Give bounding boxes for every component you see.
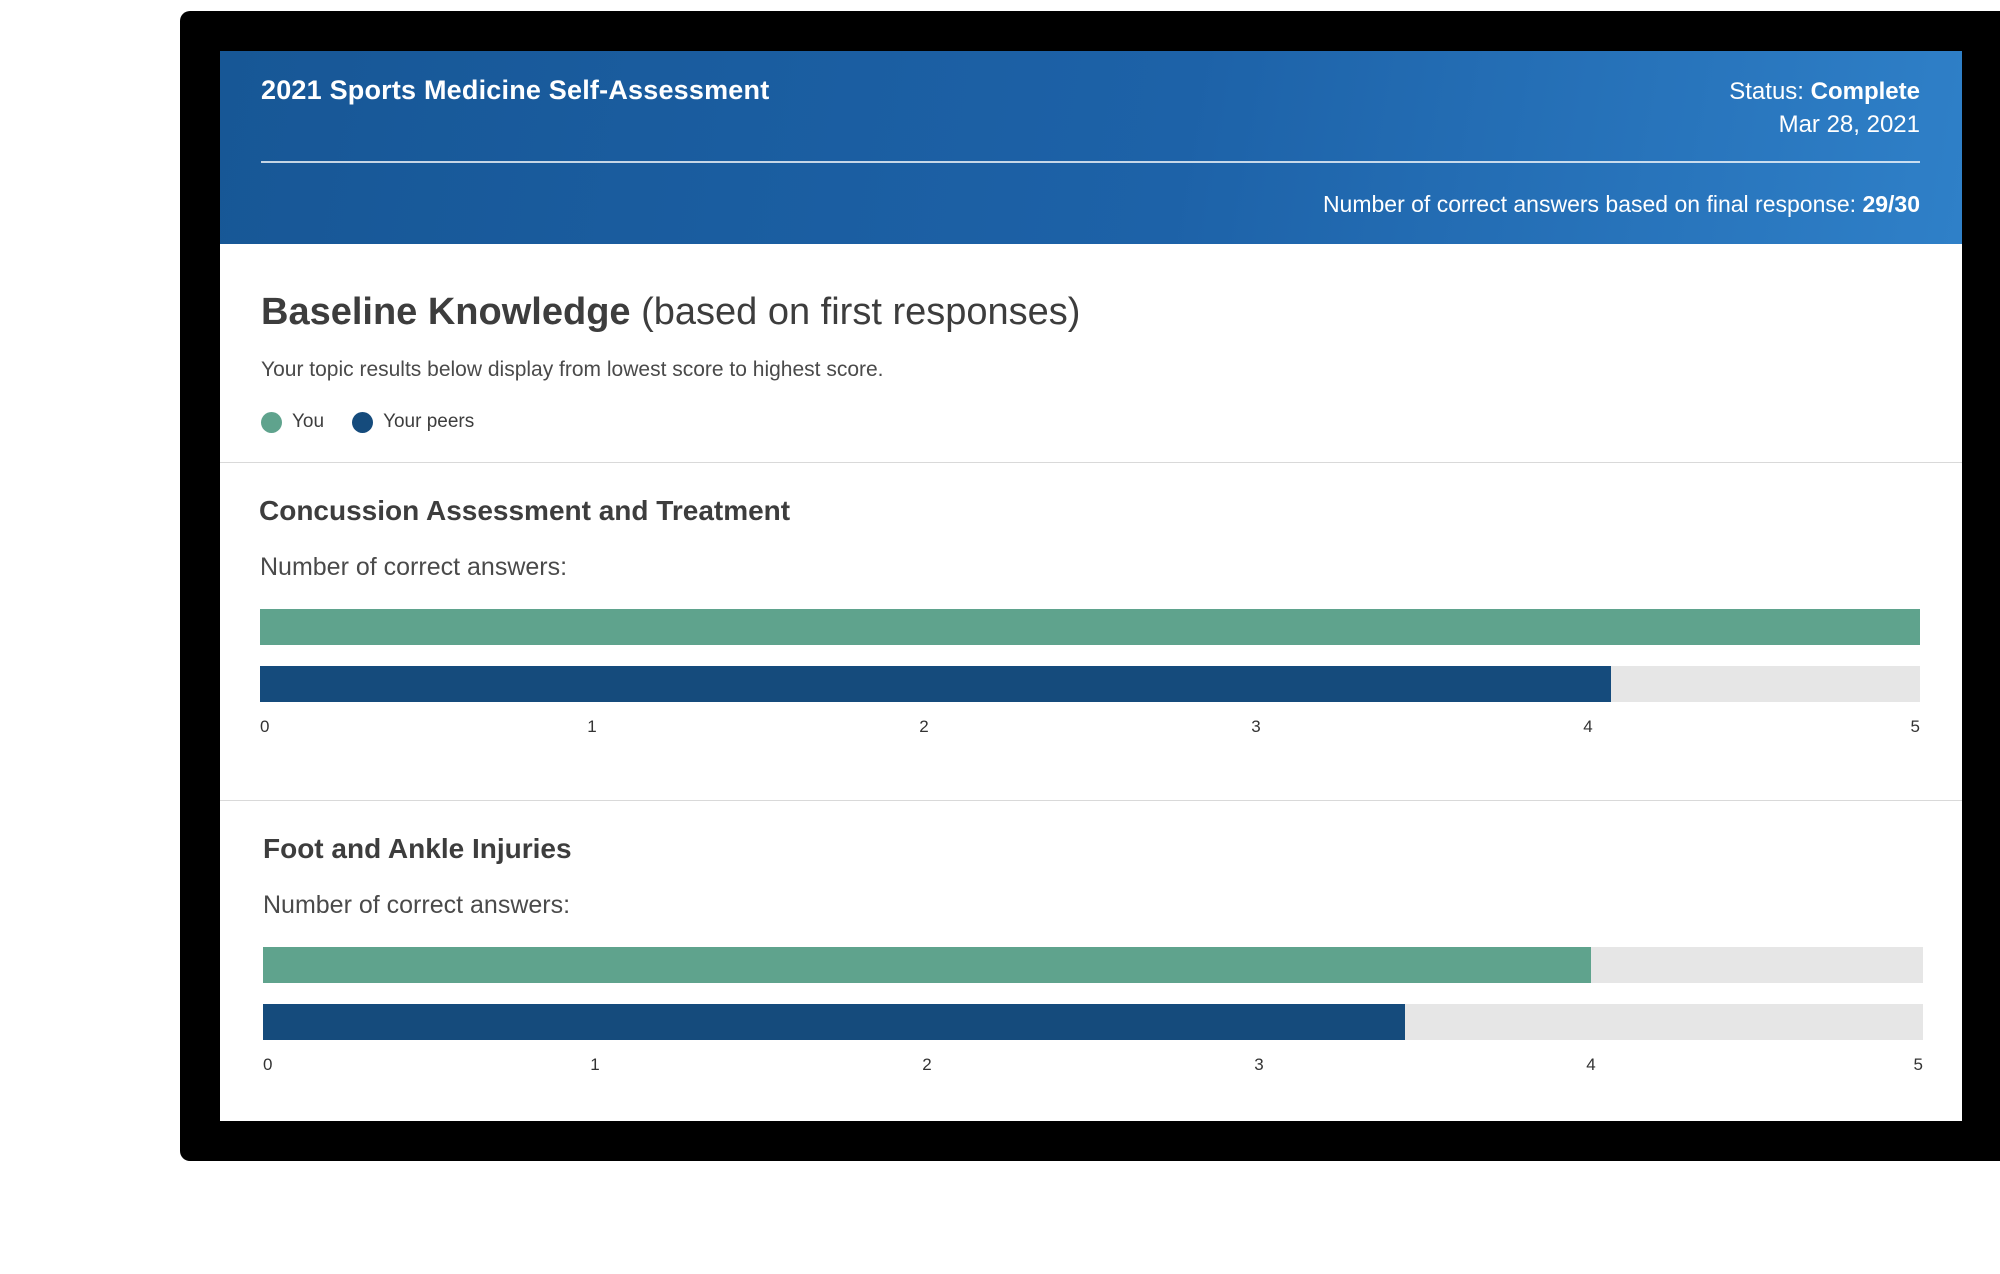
summary-value: 29/30: [1862, 191, 1920, 217]
you-score-bar: [263, 947, 1591, 983]
legend-item-you: You: [261, 411, 324, 433]
section-divider: [220, 462, 1962, 463]
axis-tick-label: 4: [1583, 717, 1593, 736]
topic-title: Concussion Assessment and Treatment: [259, 495, 791, 526]
status-value: Complete: [1810, 78, 1920, 105]
peers-score-bar: [263, 1004, 1406, 1040]
peers-bar-track: [263, 1004, 1923, 1040]
axis-tick-label: 5: [1910, 717, 1920, 736]
legend-item-peers: Your peers: [352, 411, 474, 433]
you-score-bar: [260, 609, 1920, 645]
status-label: Status:: [1729, 78, 1804, 105]
assessment-title: 2021 Sports Medicine Self-Assessment: [261, 75, 770, 105]
axis-tick-label: 2: [922, 1055, 932, 1074]
legend-swatch-peers: [352, 411, 374, 433]
legend-label-peers: Your peers: [383, 411, 475, 432]
legend-swatch-you: [261, 411, 282, 433]
metric-label: Number of correct answers:: [263, 891, 571, 919]
axis-tick-label: 5: [1913, 1055, 1923, 1074]
legend-label-you: You: [292, 411, 325, 432]
status-line: Status: Complete: [1729, 78, 1920, 106]
chart-legend: You Your peers: [261, 411, 502, 433]
metric-label: Number of correct answers:: [260, 553, 568, 581]
final-score-summary: Number of correct answers based on final…: [1323, 191, 1920, 218]
topic-title: Foot and Ankle Injuries: [263, 833, 572, 864]
topic-divider: [220, 800, 1962, 801]
section-title-suffix: (based on first responses): [641, 291, 1081, 333]
header-divider: [261, 161, 1920, 163]
report-header: 2021 Sports Medicine Self-Assessment Sta…: [220, 51, 1962, 244]
axis-tick-label: 1: [590, 1055, 600, 1074]
you-bar-track: [260, 609, 1920, 645]
axis-tick-label: 2: [919, 717, 929, 736]
axis-tick-label: 4: [1586, 1055, 1596, 1074]
axis-tick-label: 3: [1254, 1055, 1264, 1074]
peers-bar-track: [260, 666, 1920, 702]
peers-score-bar: [260, 666, 1612, 702]
topic-card: Concussion Assessment and Treatment Numb…: [259, 495, 1920, 795]
axis-tick-label: 0: [260, 717, 270, 736]
x-axis: 0 1 2 3 4 5: [263, 1055, 1923, 1079]
summary-label: Number of correct answers based on final…: [1322, 191, 1857, 217]
axis-tick-label: 3: [1251, 717, 1261, 736]
axis-tick-label: 1: [587, 717, 597, 736]
completion-date: Mar 28, 2021: [1778, 111, 1920, 138]
you-bar-track: [263, 947, 1923, 983]
axis-tick-label: 0: [263, 1055, 273, 1074]
section-title-main: Baseline Knowledge: [261, 291, 631, 333]
report-screen: 2021 Sports Medicine Self-Assessment Sta…: [220, 51, 1962, 1121]
section-subtitle: Your topic results below display from lo…: [261, 358, 884, 381]
section-title: Baseline Knowledge (based on first respo…: [261, 291, 1080, 334]
topic-card: Foot and Ankle Injuries Number of correc…: [263, 833, 1923, 1113]
x-axis: 0 1 2 3 4 5: [260, 717, 1920, 741]
